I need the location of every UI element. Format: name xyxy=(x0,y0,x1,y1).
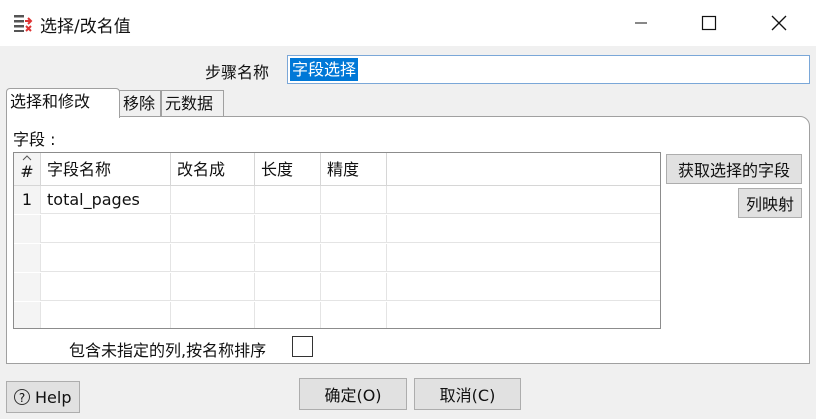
column-mapping-button[interactable]: 列映射 xyxy=(738,188,802,218)
sort-caret-icon xyxy=(22,155,32,161)
table-row[interactable]: 1 total_pages xyxy=(14,186,660,214)
get-selected-fields-button[interactable]: 获取选择的字段 xyxy=(666,154,802,184)
tab-select-and-modify[interactable]: 选择和修改 xyxy=(6,88,120,118)
column-header-number[interactable]: # xyxy=(14,153,41,186)
fields-table[interactable]: # 字段名称 改名成 长度 精度 1 total_pages xyxy=(13,152,661,329)
include-unspecified-label: 包含未指定的列,按名称排序 xyxy=(69,341,267,360)
minimize-icon xyxy=(635,22,647,24)
help-icon: ? xyxy=(14,389,30,405)
help-button[interactable]: ? Help xyxy=(6,381,80,413)
column-header-length[interactable]: 长度 xyxy=(255,153,321,186)
help-label: Help xyxy=(35,387,72,407)
row-number: 1 xyxy=(14,186,41,214)
cancel-button[interactable]: 取消(C) xyxy=(414,378,521,410)
tab-metadata[interactable]: 元数据 xyxy=(161,90,224,117)
precision-cell[interactable] xyxy=(321,186,387,214)
include-unspecified-checkbox[interactable] xyxy=(292,336,313,357)
tab-remove[interactable]: 移除 xyxy=(119,90,161,117)
column-header-filler xyxy=(387,153,660,186)
step-name-label: 步骤名称 xyxy=(205,63,270,82)
close-button[interactable] xyxy=(756,0,802,46)
table-row-empty xyxy=(14,273,660,301)
window-title: 选择/改名值 xyxy=(40,17,131,37)
rename-cell[interactable] xyxy=(171,186,255,214)
close-icon xyxy=(771,15,787,31)
minimize-button[interactable] xyxy=(618,0,664,46)
maximize-button[interactable] xyxy=(686,0,732,46)
length-cell[interactable] xyxy=(255,186,321,214)
fields-label: 字段 : xyxy=(13,130,56,149)
select-values-icon xyxy=(14,15,33,32)
maximize-icon xyxy=(701,15,717,31)
column-header-field-name[interactable]: 字段名称 xyxy=(41,153,171,186)
title-bar: 选择/改名值 xyxy=(0,0,816,46)
ok-button[interactable]: 确定(O) xyxy=(299,378,407,410)
column-header-number-label: # xyxy=(20,162,34,181)
column-header-precision[interactable]: 精度 xyxy=(321,153,387,186)
table-row-empty xyxy=(14,244,660,272)
column-header-rename[interactable]: 改名成 xyxy=(171,153,255,186)
table-row-empty xyxy=(14,302,660,328)
table-row-empty xyxy=(14,215,660,243)
field-name-cell[interactable]: total_pages xyxy=(41,186,171,214)
step-name-input[interactable] xyxy=(287,55,810,84)
step-name-value: 字段选择 xyxy=(290,58,359,81)
